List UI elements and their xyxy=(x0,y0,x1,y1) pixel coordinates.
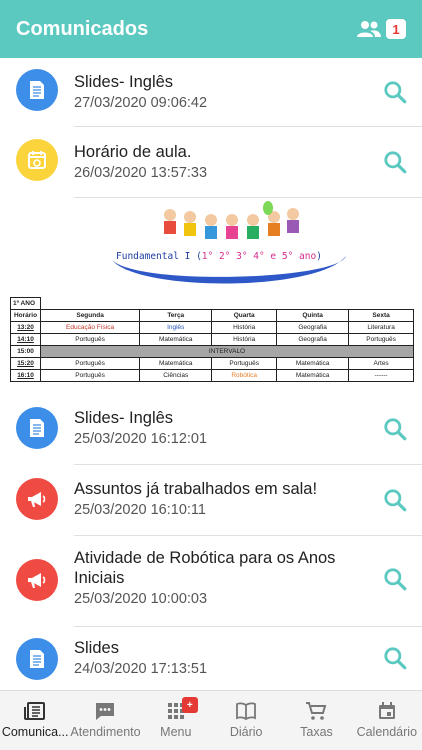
list-item[interactable]: Assuntos já trabalhados em sala! 25/03/2… xyxy=(0,465,422,535)
item-title: Atividade de Robótica para os Anos Inici… xyxy=(74,549,336,587)
users-icon xyxy=(357,21,381,37)
banner-illustration: Fundamental I (1° 2° 3° 4° e 5° ano) xyxy=(108,200,350,292)
tab-label: Atendimento xyxy=(70,725,141,739)
megaphone-icon xyxy=(16,559,58,601)
cart-icon xyxy=(306,702,327,720)
announcements-list[interactable]: Slides- Inglês 27/03/2020 09:06:42 Horár… xyxy=(0,58,422,690)
table-header: Quinta xyxy=(276,309,350,322)
tab-menu[interactable]: + Menu xyxy=(141,691,211,750)
item-date: 26/03/2020 13:57:33 xyxy=(74,165,208,181)
app-header: Comunicados 1 xyxy=(0,0,422,58)
item-title: Slides xyxy=(74,639,119,657)
schedule-image: Fundamental I (1° 2° 3° 4° e 5° ano) 1º … xyxy=(10,200,414,390)
megaphone-icon xyxy=(16,478,58,520)
year-label: 1º ANO xyxy=(10,297,41,310)
tab-calendario[interactable]: Calendário xyxy=(352,691,422,750)
page-title: Comunicados xyxy=(16,17,149,40)
table-header: Quarta xyxy=(211,309,278,322)
tab-taxas[interactable]: Taxas xyxy=(281,691,351,750)
list-item[interactable]: Slides- Inglês 27/03/2020 09:06:42 xyxy=(0,58,422,126)
table-row: 14:10 Português Matemática História Geog… xyxy=(10,333,414,346)
users-button[interactable]: 1 xyxy=(356,19,406,39)
tab-label: Taxas xyxy=(300,725,333,739)
book-icon xyxy=(236,702,257,721)
item-title: Slides- Inglês xyxy=(74,73,174,91)
list-item[interactable]: Slides- Inglês 25/03/2020 16:12:01 xyxy=(0,394,422,464)
tab-diario[interactable]: Diário xyxy=(211,691,281,750)
search-icon[interactable] xyxy=(382,566,408,592)
tab-label: Comunica... xyxy=(1,725,69,739)
item-date: 24/03/2020 17:13:51 xyxy=(74,661,208,677)
tab-atendimento[interactable]: Atendimento xyxy=(70,691,141,750)
item-title: Slides- Inglês xyxy=(74,409,174,427)
search-icon[interactable] xyxy=(382,416,408,442)
calendar-icon xyxy=(16,139,58,181)
table-header: Terça xyxy=(139,309,213,322)
bottom-nav: Comunica... Atendimento + Menu Diário Ta… xyxy=(0,690,422,750)
document-icon xyxy=(16,407,58,449)
document-icon xyxy=(16,69,58,111)
tab-comunicados[interactable]: Comunica... xyxy=(0,691,70,750)
item-date: 27/03/2020 09:06:42 xyxy=(74,95,208,111)
item-title: Assuntos já trabalhados em sala! xyxy=(74,480,318,498)
list-item[interactable]: Horário de aula. 26/03/2020 13:57:33 xyxy=(0,127,422,197)
table-row: 13:20 Educação Física Inglês História Ge… xyxy=(10,321,414,334)
search-icon[interactable] xyxy=(382,149,408,175)
item-date: 25/03/2020 10:00:03 xyxy=(74,591,208,607)
calendar-icon xyxy=(378,702,395,719)
banner-text: Fundamental I (1° 2° 3° 4° e 5° ano) xyxy=(116,251,322,262)
divider xyxy=(74,197,422,198)
search-icon[interactable] xyxy=(382,487,408,513)
list-item[interactable]: Atividade de Robótica para os Anos Inici… xyxy=(0,536,422,626)
chat-icon xyxy=(96,703,115,720)
tab-label: Calendário xyxy=(356,725,418,739)
search-icon[interactable] xyxy=(382,79,408,105)
menu-badge: + xyxy=(181,697,198,713)
document-icon xyxy=(16,638,58,680)
newspaper-icon xyxy=(24,702,46,720)
table-row: 16:10 Português Ciências Robótica Matemá… xyxy=(10,369,414,382)
users-count-badge: 1 xyxy=(386,19,406,39)
tab-label: Menu xyxy=(160,725,192,739)
schedule-table: 1º ANO Horário Segunda Terça Quarta Quin… xyxy=(10,297,414,382)
item-date: 25/03/2020 16:10:11 xyxy=(74,502,206,518)
table-header: Segunda xyxy=(39,309,141,322)
table-header: Horário xyxy=(10,309,41,322)
item-title: Horário de aula. xyxy=(74,143,192,161)
tab-label: Diário xyxy=(229,725,263,739)
search-icon[interactable] xyxy=(382,645,408,671)
table-header: Sexta xyxy=(348,309,414,322)
table-row: 15:20 Português Matemática Português Mat… xyxy=(10,357,414,370)
list-item[interactable]: Slides 24/03/2020 17:13:51 xyxy=(0,627,422,690)
table-row: 15:00 INTERVALO xyxy=(10,345,414,358)
item-date: 25/03/2020 16:12:01 xyxy=(74,431,208,447)
